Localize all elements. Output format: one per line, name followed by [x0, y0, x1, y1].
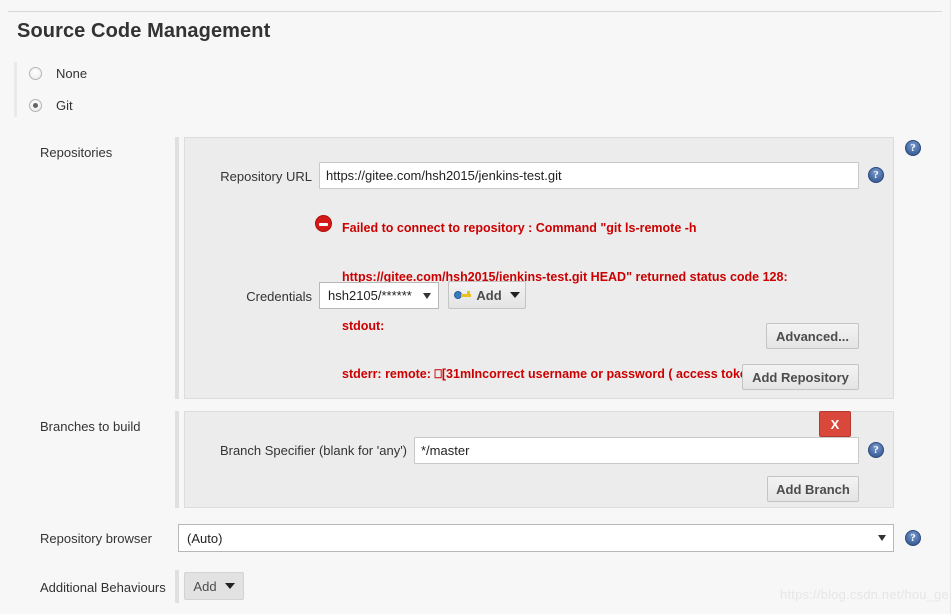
- credentials-select-value: hsh2105/******: [328, 288, 412, 303]
- branches-section-label: Branches to build: [40, 419, 141, 434]
- branches-panel: X Branch Specifier (blank for 'any') ? A…: [184, 411, 894, 508]
- error-line-1: Failed to connect to repository : Comman…: [342, 221, 697, 236]
- chevron-down-icon: [878, 535, 886, 541]
- add-repository-button-label: Add Repository: [752, 369, 849, 385]
- scm-option-none-label: None: [56, 66, 88, 81]
- radio-none-icon[interactable]: [29, 67, 42, 80]
- branch-specifier-label: Branch Specifier (blank for 'any'): [219, 443, 407, 458]
- scm-type-radio-group: None Git: [14, 62, 174, 117]
- add-credentials-label: Add: [476, 287, 502, 303]
- add-credentials-button[interactable]: Add: [448, 281, 526, 309]
- branch-specifier-input[interactable]: [414, 437, 859, 464]
- add-branch-button[interactable]: Add Branch: [767, 476, 859, 502]
- repository-url-input[interactable]: [319, 162, 859, 189]
- add-repository-button[interactable]: Add Repository: [742, 364, 859, 390]
- delete-branch-button[interactable]: X: [819, 411, 851, 437]
- scm-option-git[interactable]: Git: [22, 94, 174, 117]
- chevron-down-icon: [423, 292, 431, 299]
- page-title: Source Code Management: [17, 20, 271, 42]
- add-behaviour-button[interactable]: Add: [184, 572, 244, 600]
- advanced-button-label: Advanced...: [776, 328, 849, 344]
- repositories-panel: Repository URL ? Failed to connect to re…: [184, 137, 894, 430]
- advanced-button[interactable]: Advanced...: [766, 323, 859, 349]
- radio-git-icon[interactable]: [29, 99, 42, 112]
- error-circle-icon: [315, 215, 332, 232]
- repository-browser-label: Repository browser: [40, 531, 152, 546]
- additional-behaviours-grip[interactable]: [175, 570, 179, 603]
- top-divider: [8, 11, 942, 12]
- error-line-4: stderr: remote: ⎕[31mIncorrect username …: [342, 367, 792, 382]
- credentials-select[interactable]: hsh2105/******: [319, 282, 439, 309]
- repository-browser-value: (Auto): [187, 530, 223, 546]
- repository-url-label: Repository URL: [220, 169, 312, 184]
- repository-url-help-icon[interactable]: ?: [868, 167, 884, 183]
- watermark: https://blog.csdn.net/hou_ge: [780, 587, 949, 602]
- add-branch-button-label: Add Branch: [776, 481, 850, 497]
- additional-behaviours-label: Additional Behaviours: [40, 580, 166, 595]
- chevron-down-icon: [224, 583, 235, 589]
- repository-browser-help-icon[interactable]: ?: [905, 530, 921, 546]
- key-icon: [454, 289, 472, 301]
- scm-option-git-label: Git: [56, 98, 73, 113]
- repository-browser-select[interactable]: (Auto): [178, 524, 894, 552]
- scm-option-none[interactable]: None: [22, 62, 174, 85]
- branches-grip[interactable]: [175, 411, 179, 508]
- repositories-grip[interactable]: [175, 137, 179, 399]
- chevron-down-icon: [509, 292, 520, 298]
- repositories-section-label: Repositories: [40, 145, 113, 160]
- error-line-3: stdout:: [342, 318, 385, 333]
- repositories-section-help-icon[interactable]: ?: [905, 140, 921, 156]
- add-behaviour-label: Add: [193, 578, 217, 594]
- delete-branch-label: X: [830, 416, 840, 432]
- branch-specifier-help-icon[interactable]: ?: [868, 442, 884, 458]
- credentials-label: Credentials: [246, 289, 312, 304]
